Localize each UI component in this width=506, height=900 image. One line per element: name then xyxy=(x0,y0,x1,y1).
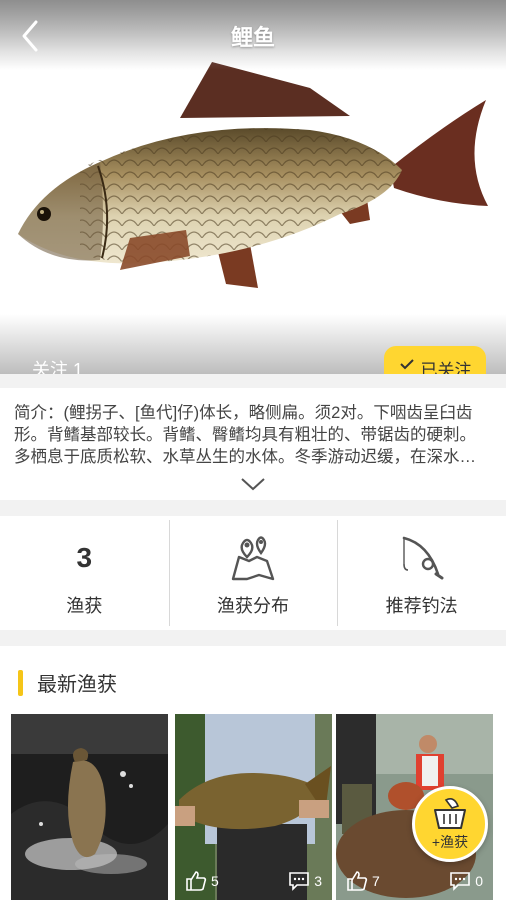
comment-icon xyxy=(289,872,310,891)
intro-section: 简介：(鲤拐子、[鱼代]仔)体长，略侧扁。须2对。下咽齿呈臼齿形。背鳍基部较长。… xyxy=(0,388,506,500)
stat-label: 推荐钓法 xyxy=(385,596,458,616)
page-title: 鲤鱼 xyxy=(230,25,275,50)
like-count: 7 xyxy=(372,873,380,889)
latest-catches-section: 最新渔获 5 3 7 0 xyxy=(0,646,506,900)
check-icon xyxy=(399,359,414,370)
carp-image xyxy=(18,62,488,288)
comment-button[interactable]: 3 xyxy=(288,870,322,892)
catch-card[interactable] xyxy=(11,714,168,900)
card-meta: 5 3 xyxy=(175,870,332,892)
stat-catches[interactable]: 3 渔获 xyxy=(0,516,169,630)
map-pin-icon xyxy=(231,536,275,581)
section-header: 最新渔获 xyxy=(18,668,117,697)
add-catch-label: +渔获 xyxy=(431,834,469,850)
fishing-rod-icon xyxy=(402,536,444,580)
section-title: 最新渔获 xyxy=(37,674,117,696)
follow-button[interactable]: 已关注 xyxy=(384,346,486,374)
catch-count: 3 xyxy=(76,542,93,573)
stat-label: 渔获分布 xyxy=(217,596,289,616)
stats-row: 3 渔获 渔获分布 推荐钓法 xyxy=(0,516,506,630)
follow-button-label: 已关注 xyxy=(420,361,472,374)
follow-count: 关注 1 xyxy=(32,360,84,374)
like-count: 5 xyxy=(211,873,219,889)
catch-photo xyxy=(11,714,168,900)
stat-method[interactable]: 推荐钓法 xyxy=(337,516,506,630)
like-button[interactable]: 7 xyxy=(346,870,380,892)
stat-distribution[interactable]: 渔获分布 xyxy=(168,516,338,630)
card-meta: 7 0 xyxy=(336,870,493,892)
fish-hero: 鲤鱼 关注 1 已关注 xyxy=(0,0,506,374)
add-catch-button[interactable]: +渔获 xyxy=(412,786,488,862)
comment-icon xyxy=(450,872,471,891)
comment-count: 0 xyxy=(475,873,483,889)
chevron-down-icon[interactable] xyxy=(240,476,266,492)
like-button[interactable]: 5 xyxy=(185,870,219,892)
intro-text: 简介：(鲤拐子、[鱼代]仔)体长，略侧扁。须2对。下咽齿呈臼齿形。背鳍基部较长。… xyxy=(14,404,476,466)
thumbs-up-icon xyxy=(186,871,207,891)
stat-label: 渔获 xyxy=(66,596,103,616)
comment-button[interactable]: 0 xyxy=(449,870,483,892)
basket-icon xyxy=(434,798,466,829)
thumbs-up-icon xyxy=(347,871,368,891)
catch-card[interactable]: 5 3 xyxy=(175,714,332,900)
section-accent-bar xyxy=(18,669,23,696)
comment-count: 3 xyxy=(314,873,322,889)
